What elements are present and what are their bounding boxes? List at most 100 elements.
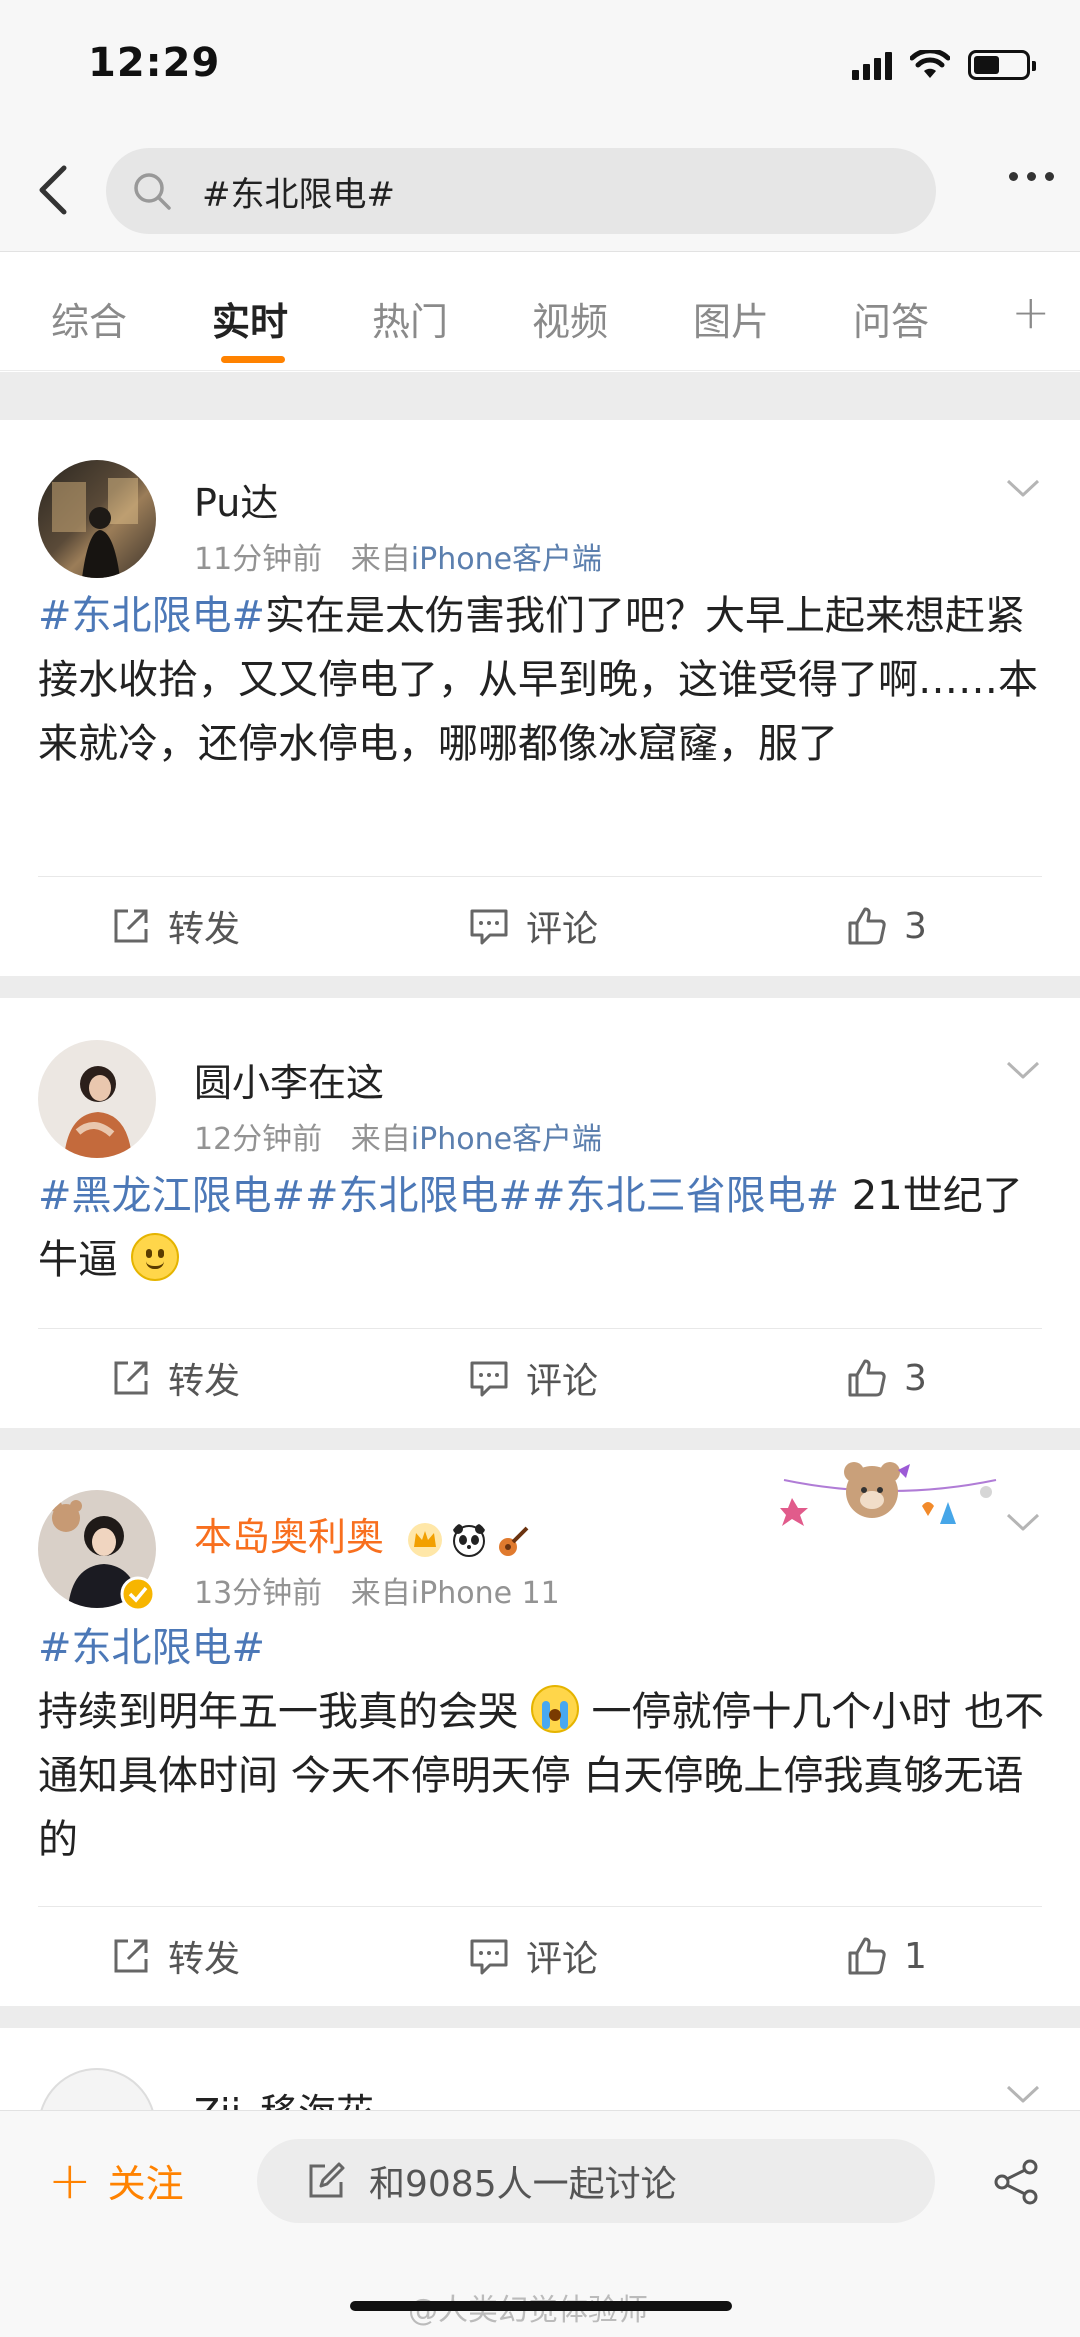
username[interactable]: Pu达 <box>194 472 278 527</box>
username[interactable]: 圆小李在这 <box>194 1052 384 1107</box>
bottom-bar: + 关注 和9085人一起讨论 @人类幻觉体验师 <box>0 2110 1080 2337</box>
back-icon[interactable] <box>30 160 80 220</box>
post-card[interactable]: 本岛奥利奥 13分钟前 来自iPhone 11 #东北限电# 持续到明年五一我真… <box>0 1450 1080 2006</box>
tab-video[interactable]: 视频 <box>532 291 608 346</box>
post-content: #东北限电# 持续到明年五一我真的会哭 一停就停十几个小时 也不通知具体时间 今… <box>38 1616 1048 1872</box>
post-source[interactable]: iPhone客户端 <box>411 542 602 577</box>
avatar[interactable] <box>38 2068 156 2110</box>
search-input[interactable]: #东北限电# <box>106 148 936 234</box>
feed-gap <box>0 976 1080 998</box>
post-meta: 13分钟前 来自iPhone 11 <box>194 1568 560 1612</box>
avatar[interactable] <box>38 1040 156 1158</box>
guitar-badge-icon <box>499 1526 529 1556</box>
post-time: 12分钟前 <box>194 1122 323 1157</box>
post-actions: 转发 评论 1 <box>0 1906 1080 2006</box>
repost-label: 转发 <box>168 1939 241 1980</box>
repost-button[interactable]: 转发 <box>110 1906 240 2006</box>
thumbs-up-icon <box>848 907 886 945</box>
hashtag-link[interactable]: #黑龙江限电##东北限电##东北三省限电# <box>38 1173 839 1219</box>
repost-label: 转发 <box>168 1361 241 1402</box>
feed-gap <box>0 2006 1080 2028</box>
hashtag-link[interactable]: #东北限电# <box>38 1625 265 1671</box>
repost-icon <box>114 909 148 943</box>
tab-qa[interactable]: 问答 <box>853 291 929 346</box>
chevron-down-icon[interactable] <box>1006 478 1040 498</box>
post-source: iPhone 11 <box>410 1576 560 1611</box>
source-prefix: 来自 <box>350 542 411 577</box>
chevron-down-icon[interactable] <box>1006 1060 1040 1080</box>
username[interactable]: 本岛奥利奥 <box>194 1506 532 1561</box>
like-count: 1 <box>904 1935 927 1977</box>
tab-hot[interactable]: 热门 <box>372 291 448 346</box>
post-meta: 12分钟前 来自iPhone客户端 <box>194 1114 602 1158</box>
discuss-label: 和9085人一起讨论 <box>369 2164 677 2205</box>
search-query: #东北限电# <box>202 174 395 215</box>
add-tab-icon[interactable]: + <box>1011 285 1050 339</box>
share-icon[interactable] <box>992 2159 1042 2205</box>
panda-badge-icon <box>453 1523 486 1557</box>
user-badges <box>406 1521 532 1559</box>
comment-button[interactable]: 评论 <box>468 1328 598 1428</box>
post-time: 11分钟前 <box>194 542 323 577</box>
repost-icon <box>114 1361 148 1395</box>
home-indicator[interactable] <box>350 2301 732 2311</box>
tab-pictures[interactable]: 图片 <box>693 291 769 346</box>
comment-button[interactable]: 评论 <box>468 1906 598 2006</box>
signal-icon <box>852 50 892 80</box>
verified-badge-icon <box>120 1576 156 1612</box>
discuss-input[interactable]: 和9085人一起讨论 <box>257 2139 935 2223</box>
post-meta: 11分钟前 来自iPhone客户端 <box>194 534 602 578</box>
tab-overall[interactable]: 综合 <box>51 291 127 346</box>
like-button[interactable]: 3 <box>846 876 927 976</box>
comment-button[interactable]: 评论 <box>468 876 598 976</box>
search-icon <box>134 173 171 210</box>
post-source[interactable]: iPhone客户端 <box>411 1122 602 1157</box>
like-button[interactable]: 1 <box>846 1906 927 2006</box>
plus-icon: + <box>48 2150 92 2211</box>
source-prefix: 来自 <box>350 1576 411 1611</box>
like-count: 3 <box>904 1357 927 1399</box>
chevron-down-icon[interactable] <box>1006 1512 1040 1532</box>
status-icons <box>852 50 1036 80</box>
username-text: 本岛奥利奥 <box>194 1515 385 1559</box>
comment-label: 评论 <box>526 1939 599 1980</box>
smile-emoji-icon <box>130 1233 179 1281</box>
crown-badge-icon <box>408 1522 443 1557</box>
repost-button[interactable]: 转发 <box>110 1328 240 1428</box>
post-actions: 转发 评论 3 <box>0 1328 1080 1428</box>
like-button[interactable]: 3 <box>846 1328 927 1428</box>
repost-icon <box>114 1939 148 1973</box>
avatar[interactable] <box>38 460 156 578</box>
wifi-icon <box>910 50 950 78</box>
comment-label: 评论 <box>526 909 599 950</box>
repost-button[interactable]: 转发 <box>110 876 240 976</box>
comment-icon <box>470 1939 508 1975</box>
comment-icon <box>470 1361 508 1397</box>
thumbs-up-icon <box>848 1937 886 1975</box>
post-card[interactable]: 圆小李在这 12分钟前 来自iPhone客户端 #黑龙江限电##东北限电##东北… <box>0 998 1080 1428</box>
post-content: #东北限电#实在是太伤害我们了吧？大早上起来想赶紧接水收拾，又又停电了，从早到晚… <box>38 584 1048 776</box>
follow-label: 关注 <box>107 2162 184 2206</box>
feed-gap <box>0 1428 1080 1450</box>
follow-button[interactable]: + 关注 <box>48 2153 184 2208</box>
decoration-bunting-icon <box>780 1462 997 1526</box>
more-icon[interactable] <box>1009 172 1054 181</box>
chevron-down-icon[interactable] <box>1006 2084 1040 2104</box>
post-card[interactable]: Zii_移海花 <box>0 2028 1080 2110</box>
tab-realtime[interactable]: 实时 <box>212 291 288 346</box>
like-count: 3 <box>904 905 927 947</box>
feed-gap <box>0 372 1080 420</box>
post-text: 持续到明年五一我真的会哭 <box>38 1689 518 1735</box>
post-time: 13分钟前 <box>194 1576 323 1611</box>
hashtag-link[interactable]: #东北限电# <box>38 593 265 639</box>
source-prefix: 来自 <box>350 1122 411 1157</box>
post-actions: 转发 评论 3 <box>0 876 1080 976</box>
status-bar: 12:29 <box>0 0 1080 130</box>
post-content: #黑龙江限电##东北限电##东北三省限电# 21世纪了 牛逼 <box>38 1164 1048 1292</box>
crying-emoji-icon <box>530 1685 579 1733</box>
thumbs-up-icon <box>848 1359 886 1397</box>
battery-icon <box>968 50 1036 80</box>
repost-label: 转发 <box>168 909 241 950</box>
post-card[interactable]: Pu达 11分钟前 来自iPhone客户端 #东北限电#实在是太伤害我们了吧？大… <box>0 420 1080 976</box>
username[interactable]: Zii_移海花 <box>194 2082 374 2110</box>
